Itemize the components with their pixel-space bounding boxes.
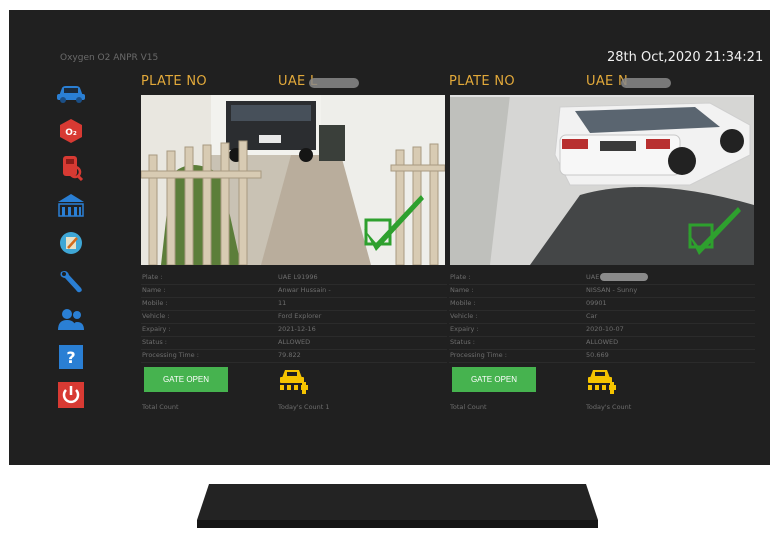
power-icon[interactable]	[54, 380, 88, 410]
o2-logo-icon[interactable]: O₂	[54, 116, 88, 146]
info-value: 09901	[586, 299, 607, 307]
camera-feed-1	[141, 95, 445, 265]
info-label: Expairy :	[450, 325, 479, 333]
camera-feed-2	[450, 95, 754, 265]
redacted-plate	[600, 273, 648, 281]
info-value: ALLOWED	[586, 338, 619, 346]
info-label: Status :	[142, 338, 167, 346]
info-row-plate: Plate : UAE L91996	[141, 271, 447, 285]
barrier-gate-icon	[586, 366, 618, 398]
info-label: Plate :	[142, 273, 163, 281]
plate-no-label: PLATE NO	[141, 74, 207, 89]
wrench-icon[interactable]	[54, 266, 88, 296]
plate-no-label: PLATE NO	[449, 74, 515, 89]
vehicle-search-icon[interactable]	[54, 152, 88, 182]
info-row-mobile: Mobile : 11	[141, 297, 447, 311]
info-value: 2021-12-16	[278, 325, 316, 333]
info-row-name: Name : Anwar Hussain -	[141, 284, 447, 298]
redacted-plate	[621, 78, 671, 88]
total-count-label: Total Count	[450, 403, 487, 411]
total-count-label: Total Count	[142, 403, 179, 411]
info-label: Plate :	[450, 273, 471, 281]
o2-logo-text: O₂	[65, 128, 77, 138]
users-icon[interactable]	[54, 304, 88, 334]
info-row-processing-time: Processing Time : 79.822	[141, 349, 447, 363]
info-value: ALLOWED	[278, 338, 311, 346]
info-label: Status :	[450, 338, 475, 346]
info-row-expiry: Expairy : 2020-10-07	[449, 323, 755, 337]
info-value: NISSAN - Sunny	[586, 286, 638, 294]
info-label: Name :	[450, 286, 474, 294]
info-row-vehicle: Vehicle : Car	[449, 310, 755, 324]
barrier-gate-icon	[278, 366, 310, 398]
info-value: Anwar Hussain -	[278, 286, 331, 294]
info-label: Vehicle :	[142, 312, 170, 320]
info-label: Vehicle :	[450, 312, 478, 320]
info-value: 2020-10-07	[586, 325, 624, 333]
info-value: 79.822	[278, 351, 301, 359]
info-row-status: Status : ALLOWED	[449, 336, 755, 350]
todays-count-label: Today's Count 1	[278, 403, 330, 411]
info-value: 50.669	[586, 351, 609, 359]
info-row-plate: Plate : UAE	[449, 271, 755, 285]
info-label: Processing Time :	[142, 351, 199, 359]
edit-icon[interactable]	[54, 228, 88, 258]
gate-open-button[interactable]: GATE OPEN	[452, 367, 536, 392]
info-row-status: Status : ALLOWED	[141, 336, 447, 350]
help-icon[interactable]: ?	[54, 342, 88, 372]
info-value: Ford Explorer	[278, 312, 322, 320]
info-label: Mobile :	[142, 299, 168, 307]
monitor-stand	[195, 482, 600, 530]
app-title: Oxygen O2 ANPR V15	[60, 53, 159, 63]
info-value: Car	[586, 312, 598, 320]
info-row-vehicle: Vehicle : Ford Explorer	[141, 310, 447, 324]
gate-open-button[interactable]: GATE OPEN	[144, 367, 228, 392]
info-label: Name :	[142, 286, 166, 294]
redacted-plate	[309, 78, 359, 88]
info-row-mobile: Mobile : 09901	[449, 297, 755, 311]
info-label: Processing Time :	[450, 351, 507, 359]
building-icon[interactable]	[54, 190, 88, 220]
help-text: ?	[66, 348, 75, 367]
info-label: Mobile :	[450, 299, 476, 307]
info-row-expiry: Expairy : 2021-12-16	[141, 323, 447, 337]
datetime-display: 28th Oct,2020 21:34:21	[607, 50, 764, 65]
info-label: Expairy :	[142, 325, 171, 333]
info-value: UAE	[586, 273, 600, 281]
info-row-processing-time: Processing Time : 50.669	[449, 349, 755, 363]
info-value: UAE L91996	[278, 273, 318, 281]
info-row-name: Name : NISSAN - Sunny	[449, 284, 755, 298]
info-value: 11	[278, 299, 287, 307]
car-icon[interactable]	[54, 78, 88, 108]
todays-count-label: Today's Count	[586, 403, 632, 411]
